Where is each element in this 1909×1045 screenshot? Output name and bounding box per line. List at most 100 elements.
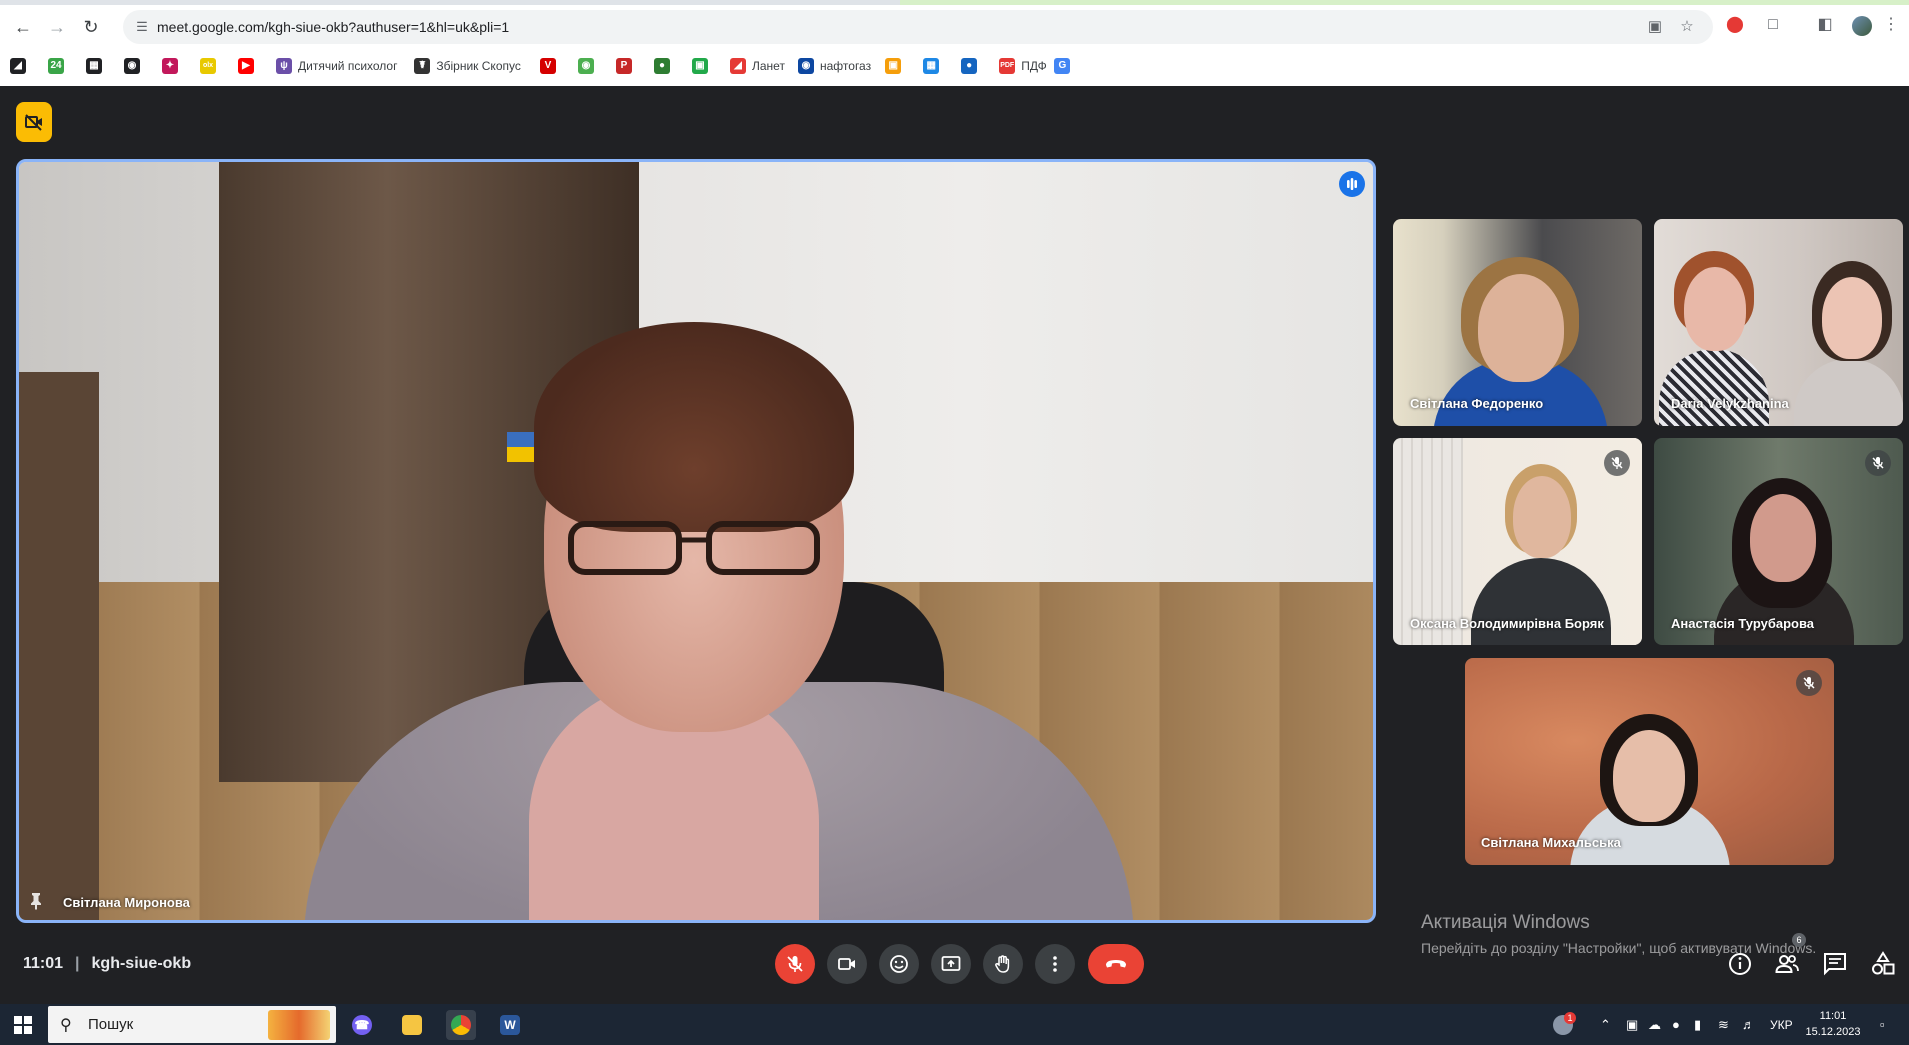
profile-avatar[interactable] [1852, 16, 1872, 36]
volume-icon[interactable]: ♬ [1742, 1016, 1755, 1034]
participant-name-5: Світлана Михальська [1481, 835, 1621, 850]
back-icon[interactable]: ← [10, 14, 36, 40]
url-text[interactable]: meet.google.com/kgh-siue-okb?authuser=1&… [157, 19, 509, 35]
bookmark-item[interactable]: 24 [48, 56, 70, 76]
notification-center-icon[interactable]: ▫ [1880, 1016, 1885, 1034]
show-hidden-icons[interactable]: ⌃ [1600, 1016, 1611, 1034]
youtube-icon: ▶ [238, 58, 254, 74]
bookmark-item[interactable]: ▶ [238, 56, 260, 76]
bookmark-item[interactable]: ◉ [124, 56, 146, 76]
leave-call-button[interactable] [1088, 944, 1144, 984]
bookmark-chat-icon: ▣ [692, 58, 708, 74]
reactions-button[interactable] [879, 944, 919, 984]
bookmark-v-icon: V [540, 58, 556, 74]
speaking-indicator-icon [1339, 171, 1365, 197]
mic-off-icon [787, 956, 803, 972]
network-icon[interactable]: ≋ [1718, 1016, 1729, 1034]
camera-off-badge[interactable] [16, 102, 52, 142]
participant-tile-2[interactable] [1654, 219, 1903, 426]
camera-in-use-icon[interactable]: ▣ [1646, 18, 1664, 36]
opera-vpn-extension-icon[interactable]: ⬤ [1724, 14, 1746, 36]
bookmark-item[interactable]: P [616, 56, 638, 76]
present-screen-icon [941, 956, 961, 971]
tray-app-icon[interactable]: ▣ [1626, 1016, 1638, 1034]
taskbar-clock[interactable]: 11:01 15.12.2023 [1798, 1008, 1868, 1040]
bookmark-naftogaz-icon: ◉ [798, 58, 814, 74]
participant-name-4: Анастасія Турубарова [1671, 616, 1815, 631]
battery-icon[interactable]: ▮ [1694, 1016, 1701, 1034]
windows-start-icon[interactable] [14, 1016, 32, 1034]
taskbar-time: 11:01 [1819, 1010, 1847, 1022]
forward-icon[interactable]: → [44, 14, 70, 40]
main-speaker-tile[interactable] [16, 159, 1376, 923]
more-options-button[interactable] [1035, 944, 1075, 984]
bookmark-item[interactable]: ✦ [162, 56, 184, 76]
onedrive-icon[interactable]: ☁ [1648, 1016, 1661, 1034]
notification-count-badge: 1 [1564, 1012, 1576, 1024]
address-bar[interactable]: ☰ meet.google.com/kgh-siue-okb?authuser=… [123, 10, 1713, 44]
viber-taskbar-icon[interactable]: ☎ [347, 1010, 377, 1040]
people-icon[interactable] [1774, 951, 1800, 977]
video-camera-icon [838, 958, 855, 970]
bookmark-item[interactable]: G [1054, 56, 1076, 76]
browser-chrome: ← → ↻ ☰ meet.google.com/kgh-siue-okb?aut… [0, 0, 1909, 86]
microphone-toggle-button[interactable] [775, 944, 815, 984]
bookmark-item[interactable]: V [540, 56, 562, 76]
present-screen-button[interactable] [931, 944, 971, 984]
bookmark-psychologist-icon: ψ [276, 58, 292, 74]
microphone-tray-icon[interactable]: ● [1672, 1016, 1680, 1034]
participant-tile-5[interactable] [1465, 658, 1834, 865]
tab-strip [0, 0, 1909, 5]
activities-icon[interactable] [1870, 951, 1896, 977]
camera-toggle-button[interactable] [827, 944, 867, 984]
windows-taskbar: ⚲ Пошук ☎ W 1 ⌃ ▣ ☁ ● ▮ ≋ ♬ УКР 11:01 15… [0, 1004, 1909, 1045]
bookmark-item[interactable]: ▣ [885, 56, 907, 76]
raise-hand-button[interactable] [983, 944, 1023, 984]
bookmark-item[interactable]: ▦ [923, 56, 945, 76]
file-explorer-taskbar-icon[interactable] [397, 1010, 427, 1040]
participant-3-mic-off-icon [1604, 450, 1630, 476]
pin-icon[interactable] [28, 892, 44, 910]
meeting-info-separator: | [75, 955, 80, 972]
google-translate-icon: G [1054, 58, 1071, 74]
bookmark-item[interactable]: ◢ Ланет [730, 56, 785, 76]
bookmark-olx-icon: olx [200, 58, 216, 74]
bookmark-star-icon[interactable]: ☆ [1678, 18, 1696, 36]
bookmark-item[interactable]: ◢ [10, 56, 32, 76]
bookmark-item[interactable]: PDF ПДФ [999, 56, 1047, 76]
chat-icon[interactable] [1822, 951, 1848, 977]
participant-tile-1[interactable] [1393, 219, 1642, 426]
site-info-icon[interactable]: ☰ [133, 18, 151, 36]
navigation-row: ← → ↻ ☰ meet.google.com/kgh-siue-okb?aut… [0, 8, 1909, 46]
taskbar-date: 15.12.2023 [1805, 1026, 1861, 1038]
bookmark-item[interactable]: olx [200, 56, 222, 76]
bookmark-orange-icon: ▣ [885, 58, 902, 74]
bookmark-pdf24-icon: PDF [999, 58, 1016, 74]
bookmark-item[interactable]: ● [654, 56, 676, 76]
meeting-info: 11:01 | kgh-siue-okb [23, 955, 191, 973]
bookmark-item[interactable]: ▦ [86, 56, 108, 76]
bookmark-item[interactable]: ◉ нафтогаз [798, 56, 871, 76]
meeting-details-icon[interactable] [1727, 951, 1753, 977]
bookmark-24-icon: 24 [48, 58, 64, 74]
chrome-taskbar-icon[interactable] [446, 1010, 476, 1040]
bookmark-item[interactable]: ◉ [578, 56, 600, 76]
extensions-icon[interactable]: □ [1762, 14, 1784, 36]
bookmark-globe-icon: ◉ [124, 58, 140, 74]
bookmark-label: нафтогаз [820, 59, 872, 73]
bookmark-grid-icon: ▦ [923, 58, 940, 74]
bookmark-item[interactable]: ▣ [692, 56, 714, 76]
meeting-time: 11:01 [23, 955, 64, 972]
input-language[interactable]: УКР [1770, 1016, 1793, 1034]
side-panel-icon[interactable]: ◧ [1814, 14, 1836, 36]
bookmark-label: ПДФ [1021, 59, 1047, 73]
bookmark-drop-icon: ● [961, 58, 978, 74]
chrome-menu-icon[interactable]: ⋮ [1880, 14, 1902, 36]
taskbar-search-box[interactable]: ⚲ Пошук [48, 1006, 336, 1043]
participant-5-mic-off-icon [1796, 670, 1822, 696]
word-taskbar-icon[interactable]: W [495, 1010, 525, 1040]
reload-icon[interactable]: ↻ [78, 14, 104, 40]
bookmark-item[interactable]: ● [961, 56, 983, 76]
bookmark-item[interactable]: ψ Дитячий психолог [276, 56, 397, 76]
bookmark-item[interactable]: ☤ Збірник Скопус [414, 56, 521, 76]
